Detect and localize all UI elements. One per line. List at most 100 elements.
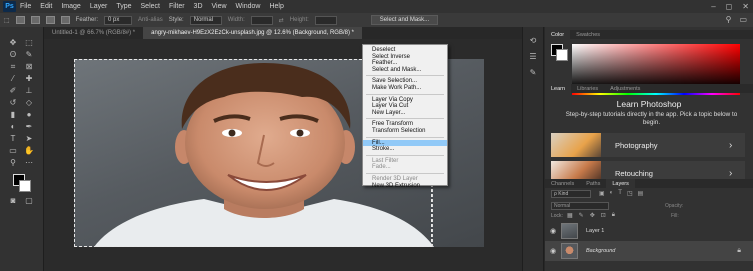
learn-card-photography[interactable]: Photography › [551, 133, 745, 157]
type-tool-icon[interactable]: T [8, 135, 18, 143]
shape-filter-icon[interactable]: ◳ [627, 190, 633, 197]
lock-all-icon[interactable]: 🔒︎ [612, 212, 615, 219]
menu-file[interactable]: File [20, 3, 31, 10]
menu-deselect[interactable]: Deselect [363, 47, 447, 54]
lock-paint-icon[interactable]: ✎ [579, 212, 584, 219]
eyedropper-tool-icon[interactable]: ⁄ [8, 75, 18, 83]
menu-fill[interactable]: Fill... [363, 139, 447, 147]
menu-stroke[interactable]: Stroke... [363, 146, 447, 153]
layer-row[interactable]: ◉ Layer 1 [545, 221, 753, 241]
color-picker-field[interactable] [572, 44, 740, 88]
add-selection-icon[interactable] [30, 16, 40, 24]
blend-mode-select[interactable]: Normal [551, 202, 609, 210]
menu-save-selection[interactable]: Save Selection... [363, 78, 447, 85]
menu-select[interactable]: Select [141, 3, 160, 10]
menu-layer-via-copy[interactable]: Layer Via Copy [363, 97, 447, 104]
tab-photo[interactable]: angry-mikhaev-H9EzX2EzCk-unsplash.jpg @ … [143, 27, 362, 39]
healing-brush-tool-icon[interactable]: ✚ [24, 75, 34, 83]
menu-new-3d-extrusion[interactable]: New 3D Extrusion [363, 183, 447, 190]
minimize-button[interactable]: – [711, 2, 715, 11]
tab-paths[interactable]: Paths [580, 179, 606, 188]
crop-tool-icon[interactable]: ⌗ [8, 63, 18, 71]
menu-transform-selection[interactable]: Transform Selection [363, 128, 447, 135]
menu-3d[interactable]: 3D [194, 3, 203, 10]
properties-icon[interactable]: ☰ [528, 53, 538, 61]
path-select-tool-icon[interactable]: ➤ [24, 135, 34, 143]
height-input[interactable] [314, 15, 337, 25]
tab-color[interactable]: Color [545, 30, 571, 39]
screen-mode-icon[interactable]: ▢ [24, 197, 34, 205]
smart-filter-icon[interactable]: ▤ [638, 190, 644, 197]
lock-position-icon[interactable]: ✥ [590, 212, 595, 219]
pixel-filter-icon[interactable]: ▣ [599, 190, 605, 197]
maximize-button[interactable]: ◻ [726, 2, 733, 11]
tab-adjustments[interactable]: Adjustments [604, 84, 646, 93]
history-icon[interactable]: ⟲ [528, 37, 538, 45]
menu-window[interactable]: Window [236, 3, 261, 10]
tab-channels[interactable]: Channels [545, 179, 580, 188]
gradient-tool-icon[interactable]: ▮ [8, 111, 18, 119]
tab-layers[interactable]: Layers [606, 179, 635, 188]
dodge-tool-icon[interactable]: ◐ [8, 123, 18, 131]
marquee-tool-icon[interactable]: ⬚ [4, 17, 10, 24]
lock-artboard-icon[interactable]: ⊡ [601, 212, 606, 219]
tab-untitled[interactable]: Untitled-1 @ 66.7% (RGB/8#) * [44, 27, 143, 39]
pen-tool-icon[interactable]: ✒ [24, 123, 34, 131]
lock-transparent-icon[interactable]: ▦ [567, 212, 573, 219]
brush-settings-icon[interactable]: ✎ [528, 69, 538, 77]
stamp-tool-icon[interactable]: ⊥ [24, 87, 34, 95]
brush-tool-icon[interactable]: ✐ [8, 87, 18, 95]
menu-view[interactable]: View [212, 3, 227, 10]
menu-make-work-path[interactable]: Make Work Path... [363, 85, 447, 92]
more-tools-icon[interactable]: ⋯ [24, 159, 34, 167]
tab-swatches[interactable]: Swatches [570, 30, 606, 39]
menu-select-and-mask[interactable]: Select and Mask... [363, 67, 447, 74]
menu-type[interactable]: Type [116, 3, 131, 10]
move-tool-icon[interactable]: ✥ [8, 39, 18, 47]
menu-new-layer[interactable]: New Layer... [363, 110, 447, 117]
adjustment-filter-icon[interactable]: ◐ [610, 190, 614, 197]
menu-feather[interactable]: Feather... [363, 60, 447, 67]
subtract-selection-icon[interactable] [45, 16, 55, 24]
eraser-tool-icon[interactable]: ◇ [24, 99, 34, 107]
menu-help[interactable]: Help [269, 3, 283, 10]
tab-learn[interactable]: Learn [545, 84, 572, 93]
close-button[interactable]: ✕ [742, 2, 749, 11]
tab-libraries[interactable]: Libraries [571, 84, 604, 93]
menu-edit[interactable]: Edit [40, 3, 52, 10]
color-bg-swatch[interactable] [556, 49, 568, 61]
blur-tool-icon[interactable]: ● [24, 111, 34, 119]
visibility-eye-icon[interactable]: ◉ [545, 227, 561, 235]
menu-layer[interactable]: Layer [90, 3, 108, 10]
feather-input[interactable]: 0 px [104, 15, 133, 25]
intersect-selection-icon[interactable] [60, 16, 70, 24]
swap-icon[interactable]: ⇄ [279, 17, 284, 24]
frame-tool-icon[interactable]: ⊠ [24, 63, 34, 71]
lasso-tool-icon[interactable]: ʘ [8, 51, 18, 59]
hand-tool-icon[interactable]: ✋ [24, 147, 34, 155]
zoom-tool-icon[interactable]: ⚲ [8, 159, 18, 167]
background-color-swatch[interactable] [19, 180, 31, 192]
layer-row[interactable]: ◉ Background 🔒︎ [545, 241, 753, 261]
history-brush-tool-icon[interactable]: ↺ [8, 99, 18, 107]
menu-layer-via-cut[interactable]: Layer Via Cut [363, 103, 447, 110]
select-and-mask-button[interactable]: Select and Mask... [370, 15, 439, 25]
new-selection-icon[interactable] [15, 16, 25, 24]
menu-free-transform[interactable]: Free Transform [363, 121, 447, 128]
lock-icon[interactable]: 🔒︎ [737, 247, 741, 255]
rect-marquee-tool-icon[interactable]: ⬚ [24, 39, 34, 47]
shape-tool-icon[interactable]: ▭ [8, 147, 18, 155]
antialias-label[interactable]: Anti-alias [138, 17, 163, 23]
menu-image[interactable]: Image [61, 3, 80, 10]
workspace-icon[interactable]: ▭ [739, 15, 747, 24]
quick-select-tool-icon[interactable]: ✎ [24, 51, 34, 59]
layer-kind-filter[interactable]: ρ Kind [551, 190, 591, 198]
style-select[interactable]: Normal [189, 15, 222, 25]
quick-mask-icon[interactable]: ◙ [8, 197, 18, 205]
width-input[interactable] [250, 15, 273, 25]
visibility-eye-icon[interactable]: ◉ [545, 247, 561, 255]
menu-select-inverse[interactable]: Select Inverse [363, 54, 447, 61]
search-icon[interactable]: ⚲ [726, 15, 732, 24]
type-filter-icon[interactable]: T [618, 190, 622, 197]
menu-filter[interactable]: Filter [169, 3, 185, 10]
